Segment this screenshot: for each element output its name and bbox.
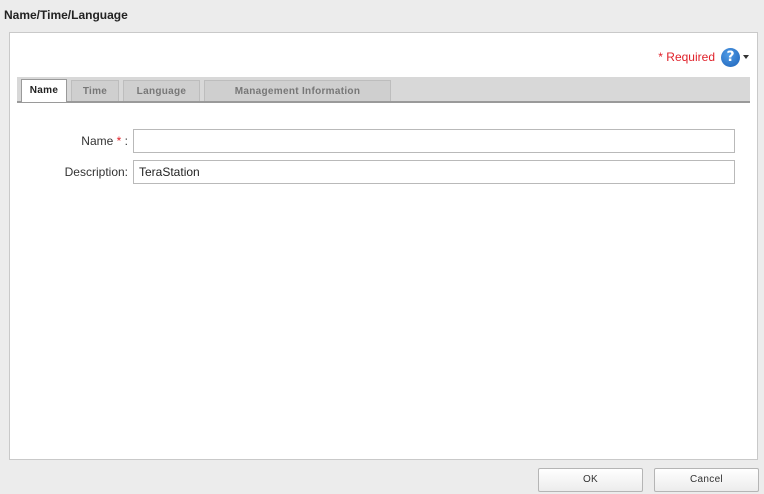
- name-label-text: Name: [81, 134, 114, 148]
- dialog-footer: OK Cancel: [0, 462, 764, 494]
- name-required-star: *: [116, 134, 122, 148]
- required-star: *: [658, 50, 663, 64]
- dialog: Name/Time/Language * Required ? Name Tim…: [0, 0, 764, 494]
- required-indicator: * Required: [658, 50, 715, 64]
- required-legend: * Required ?: [658, 45, 749, 69]
- description-label: Description:: [64, 165, 128, 179]
- name-input[interactable]: [133, 129, 735, 153]
- tab-language[interactable]: Language: [123, 80, 200, 101]
- tab-time[interactable]: Time: [71, 80, 119, 101]
- name-label: Name * :: [50, 134, 128, 148]
- cancel-button[interactable]: Cancel: [654, 468, 759, 492]
- tab-bar: Name Time Language Management Informatio…: [17, 77, 750, 103]
- help-icon: ?: [721, 47, 740, 67]
- ok-button[interactable]: OK: [538, 468, 643, 492]
- name-label-colon: :: [124, 134, 128, 148]
- settings-panel: * Required ? Name Time Language Manageme…: [9, 32, 758, 460]
- help-button[interactable]: ?: [721, 47, 749, 67]
- tab-name[interactable]: Name: [21, 79, 67, 102]
- dialog-title: Name/Time/Language: [0, 0, 764, 28]
- required-label: Required: [666, 50, 715, 64]
- chevron-down-icon: [743, 55, 749, 59]
- tab-management-information[interactable]: Management Information: [204, 80, 391, 101]
- description-input[interactable]: [133, 160, 735, 184]
